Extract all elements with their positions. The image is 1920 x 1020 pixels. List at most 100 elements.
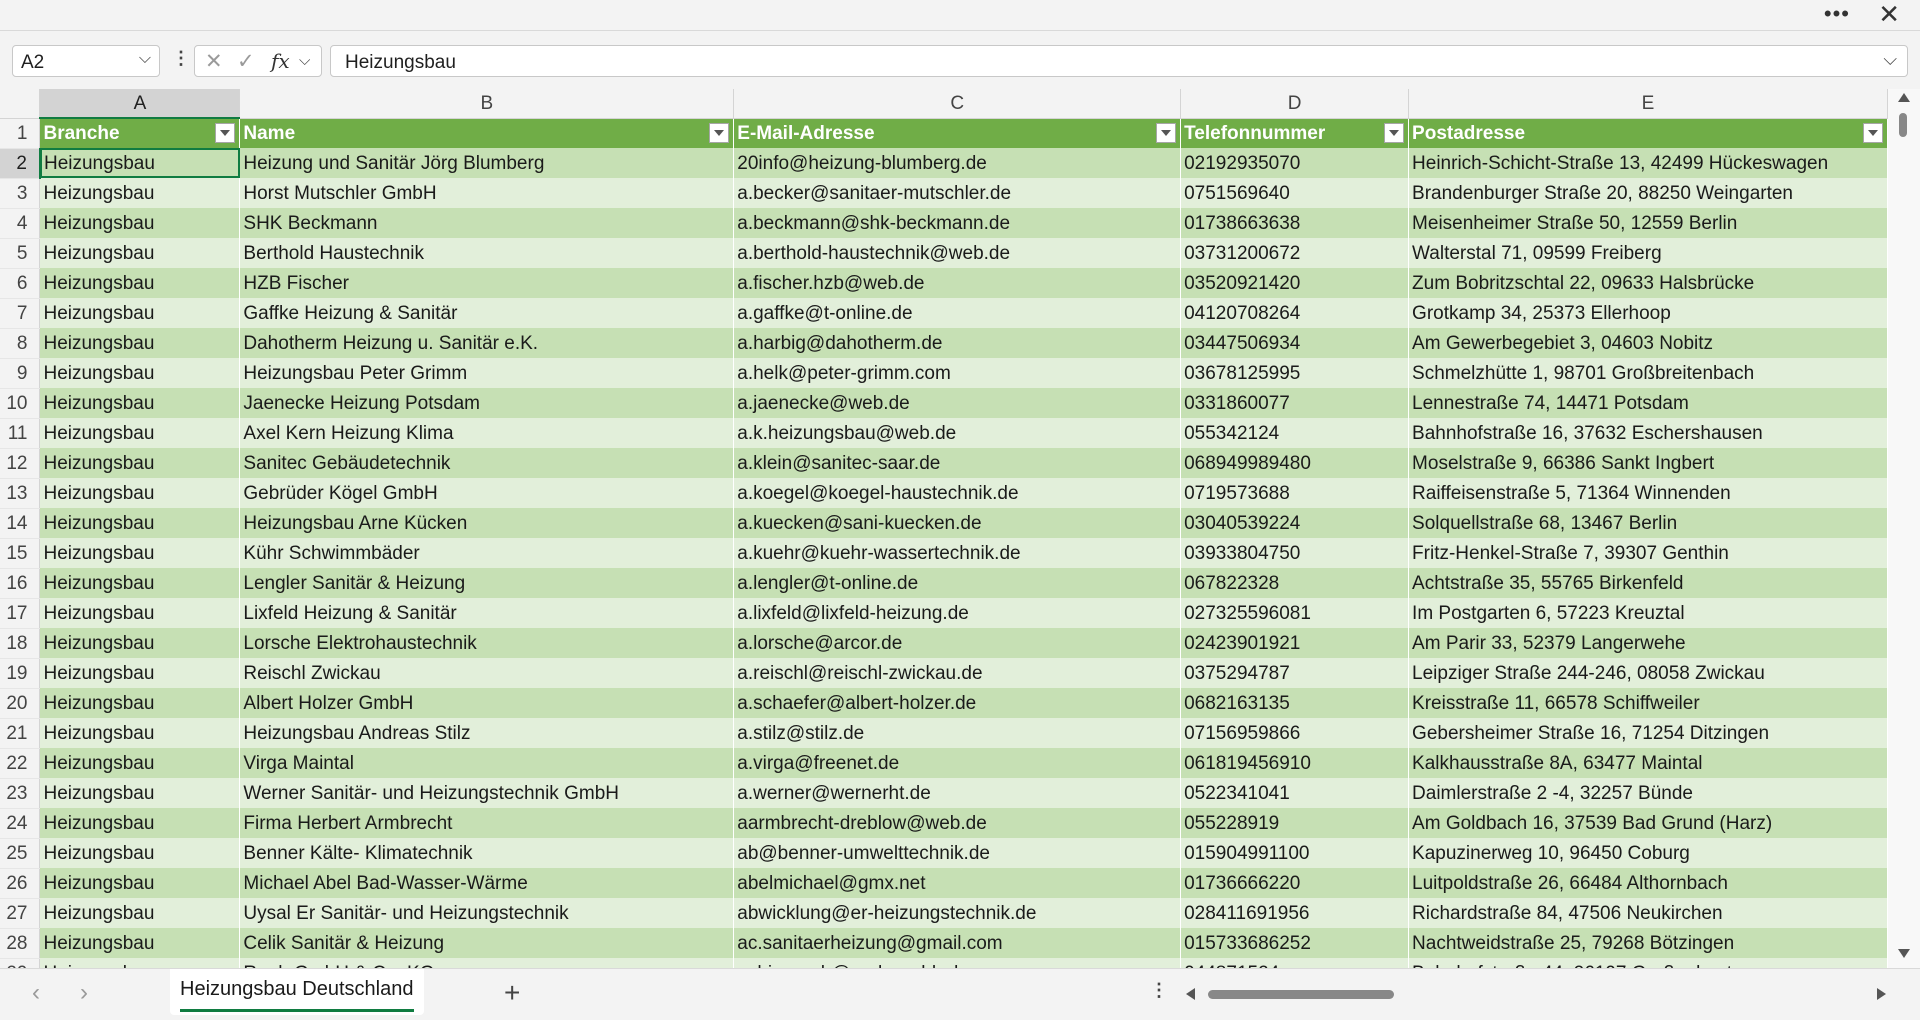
cell-email[interactable]: a.becker@sanitaer-mutschler.de	[733, 178, 1182, 208]
cell-branche[interactable]: Heizungsbau	[39, 418, 241, 448]
column-header-b[interactable]: B	[239, 89, 735, 119]
filter-dropdown-icon[interactable]	[709, 122, 730, 143]
cell-email[interactable]: a.fischer.hzb@web.de	[733, 268, 1182, 298]
cell-telefon[interactable]: 015904991100	[1180, 838, 1410, 868]
cell-branche[interactable]: Heizungsbau	[39, 238, 241, 268]
cell-branche[interactable]: Heizungsbau	[39, 808, 241, 838]
cell-branche[interactable]: Heizungsbau	[39, 508, 241, 538]
cell-telefon[interactable]: 0375294787	[1180, 658, 1410, 688]
cell-telefon[interactable]: 044871524	[1180, 958, 1410, 968]
cell-name[interactable]: Sanitec Gebäudetechnik	[239, 448, 735, 478]
name-box[interactable]: A2 ⌵	[12, 45, 160, 77]
cell-branche[interactable]: Heizungsbau	[39, 328, 241, 358]
row-header[interactable]: 12	[0, 448, 41, 479]
cell-email[interactable]: a.koegel@koegel-haustechnik.de	[733, 478, 1182, 508]
chevron-down-icon[interactable]: ⌵	[139, 50, 151, 68]
cell-email[interactable]: a.lorsche@arcor.de	[733, 628, 1182, 658]
cell-telefon[interactable]: 055342124	[1180, 418, 1410, 448]
cell-name[interactable]: Heizung und Sanitär Jörg Blumberg	[239, 148, 735, 178]
cell-telefon[interactable]: 04120708264	[1180, 298, 1410, 328]
row-header[interactable]: 26	[0, 868, 41, 899]
header-cell-branche[interactable]: Branche	[39, 118, 241, 148]
vertical-dots-icon[interactable]: ⋮	[172, 49, 190, 67]
cell-name[interactable]: Heizungsbau Andreas Stilz	[239, 718, 735, 748]
cell-branche[interactable]: Heizungsbau	[39, 208, 241, 238]
cell-postadresse[interactable]: Bahnhofstraße 44, 26197 Großenkneten	[1408, 958, 1888, 968]
cell-postadresse[interactable]: Kalkhausstraße 8A, 63477 Maintal	[1408, 748, 1888, 778]
chevron-left-icon[interactable]: ‹	[32, 979, 40, 1007]
cell-postadresse[interactable]: Moselstraße 9, 66386 Sankt Ingbert	[1408, 448, 1888, 478]
cell-telefon[interactable]: 061819456910	[1180, 748, 1410, 778]
cell-branche[interactable]: Heizungsbau	[39, 838, 241, 868]
row-header[interactable]: 17	[0, 598, 41, 629]
cell-email[interactable]: a.stilz@stilz.de	[733, 718, 1182, 748]
row-header[interactable]: 7	[0, 298, 41, 329]
row-header[interactable]: 6	[0, 268, 41, 299]
horizontal-scrollbar[interactable]	[1186, 983, 1886, 1005]
cell-name[interactable]: Gebrüder Kögel GmbH	[239, 478, 735, 508]
cell-postadresse[interactable]: Daimlerstraße 2 -4, 32257 Bünde	[1408, 778, 1888, 808]
cell-telefon[interactable]: 07156959866	[1180, 718, 1410, 748]
row-header[interactable]: 5	[0, 238, 41, 269]
column-header-e[interactable]: E	[1408, 89, 1888, 119]
row-header[interactable]: 2	[0, 148, 41, 179]
cell-branche[interactable]: Heizungsbau	[39, 868, 241, 898]
row-header[interactable]: 8	[0, 328, 41, 359]
cell-name[interactable]: Berthold Haustechnik	[239, 238, 735, 268]
close-icon[interactable]: ✕	[1878, 0, 1900, 28]
cell-name[interactable]: Horst Mutschler GmbH	[239, 178, 735, 208]
vertical-scrollbar[interactable]	[1888, 89, 1920, 968]
cell-postadresse[interactable]: Lennestraße 74, 14471 Potsdam	[1408, 388, 1888, 418]
cell-telefon[interactable]: 03731200672	[1180, 238, 1410, 268]
cell-branche[interactable]: Heizungsbau	[39, 928, 241, 958]
cell-email[interactable]: achim.rauh@rauh-gmbh.de	[733, 958, 1182, 968]
cell-email[interactable]: a.k.heizungsbau@web.de	[733, 418, 1182, 448]
cell-email[interactable]: aarmbrecht-dreblow@web.de	[733, 808, 1182, 838]
column-header-a[interactable]: A	[39, 89, 241, 119]
cell-telefon[interactable]: 0682163135	[1180, 688, 1410, 718]
cell-telefon[interactable]: 02192935070	[1180, 148, 1410, 178]
cell-branche[interactable]: Heizungsbau	[39, 148, 241, 178]
cell-telefon[interactable]: 02423901921	[1180, 628, 1410, 658]
row-header[interactable]: 13	[0, 478, 41, 509]
cell-email[interactable]: a.reischl@reischl-zwickau.de	[733, 658, 1182, 688]
scroll-down-icon[interactable]	[1898, 949, 1910, 958]
cell-name[interactable]: Lengler Sanitär & Heizung	[239, 568, 735, 598]
scroll-right-icon[interactable]	[1877, 988, 1886, 1000]
cell-branche[interactable]: Heizungsbau	[39, 538, 241, 568]
row-header[interactable]: 27	[0, 898, 41, 929]
filter-dropdown-icon[interactable]	[1156, 122, 1177, 143]
cell-name[interactable]: Uysal Er Sanitär- und Heizungstechnik	[239, 898, 735, 928]
cell-email[interactable]: a.jaenecke@web.de	[733, 388, 1182, 418]
cell-branche[interactable]: Heizungsbau	[39, 358, 241, 388]
cell-name[interactable]: Gaffke Heizung & Sanitär	[239, 298, 735, 328]
cell-telefon[interactable]: 027325596081	[1180, 598, 1410, 628]
cell-name[interactable]: Benner Kälte- Klimatechnik	[239, 838, 735, 868]
cell-branche[interactable]: Heizungsbau	[39, 178, 241, 208]
expand-formula-icon[interactable]: ⌵	[1883, 49, 1897, 70]
cell-email[interactable]: a.helk@peter-grimm.com	[733, 358, 1182, 388]
cell-name[interactable]: Celik Sanitär & Heizung	[239, 928, 735, 958]
cell-postadresse[interactable]: Luitpoldstraße 26, 66484 Althornbach	[1408, 868, 1888, 898]
header-cell-telefon[interactable]: Telefonnummer	[1180, 118, 1410, 148]
cell-name[interactable]: Lorsche Elektrohaustechnik	[239, 628, 735, 658]
cell-telefon[interactable]: 068949989480	[1180, 448, 1410, 478]
cell-telefon[interactable]: 015733686252	[1180, 928, 1410, 958]
cell-telefon[interactable]: 01736666220	[1180, 868, 1410, 898]
cell-postadresse[interactable]: Richardstraße 84, 47506 Neukirchen	[1408, 898, 1888, 928]
cell-email[interactable]: a.harbig@dahotherm.de	[733, 328, 1182, 358]
cell-email[interactable]: a.kuehr@kuehr-wassertechnik.de	[733, 538, 1182, 568]
row-header[interactable]: 19	[0, 658, 41, 689]
cell-email[interactable]: ac.sanitaerheizung@gmail.com	[733, 928, 1182, 958]
header-cell-email[interactable]: E-Mail-Adresse	[733, 118, 1182, 148]
filter-dropdown-icon[interactable]	[1384, 122, 1405, 143]
cell-postadresse[interactable]: Kreisstraße 11, 66578 Schiffweiler	[1408, 688, 1888, 718]
cell-postadresse[interactable]: Walterstal 71, 09599 Freiberg	[1408, 238, 1888, 268]
cell-telefon[interactable]: 0331860077	[1180, 388, 1410, 418]
cell-postadresse[interactable]: Fritz-Henkel-Straße 7, 39307 Genthin	[1408, 538, 1888, 568]
row-header[interactable]: 3	[0, 178, 41, 209]
cell-telefon[interactable]: 03447506934	[1180, 328, 1410, 358]
cell-email[interactable]: a.schaefer@albert-holzer.de	[733, 688, 1182, 718]
filter-dropdown-icon[interactable]	[1863, 122, 1883, 143]
cell-telefon[interactable]: 03040539224	[1180, 508, 1410, 538]
